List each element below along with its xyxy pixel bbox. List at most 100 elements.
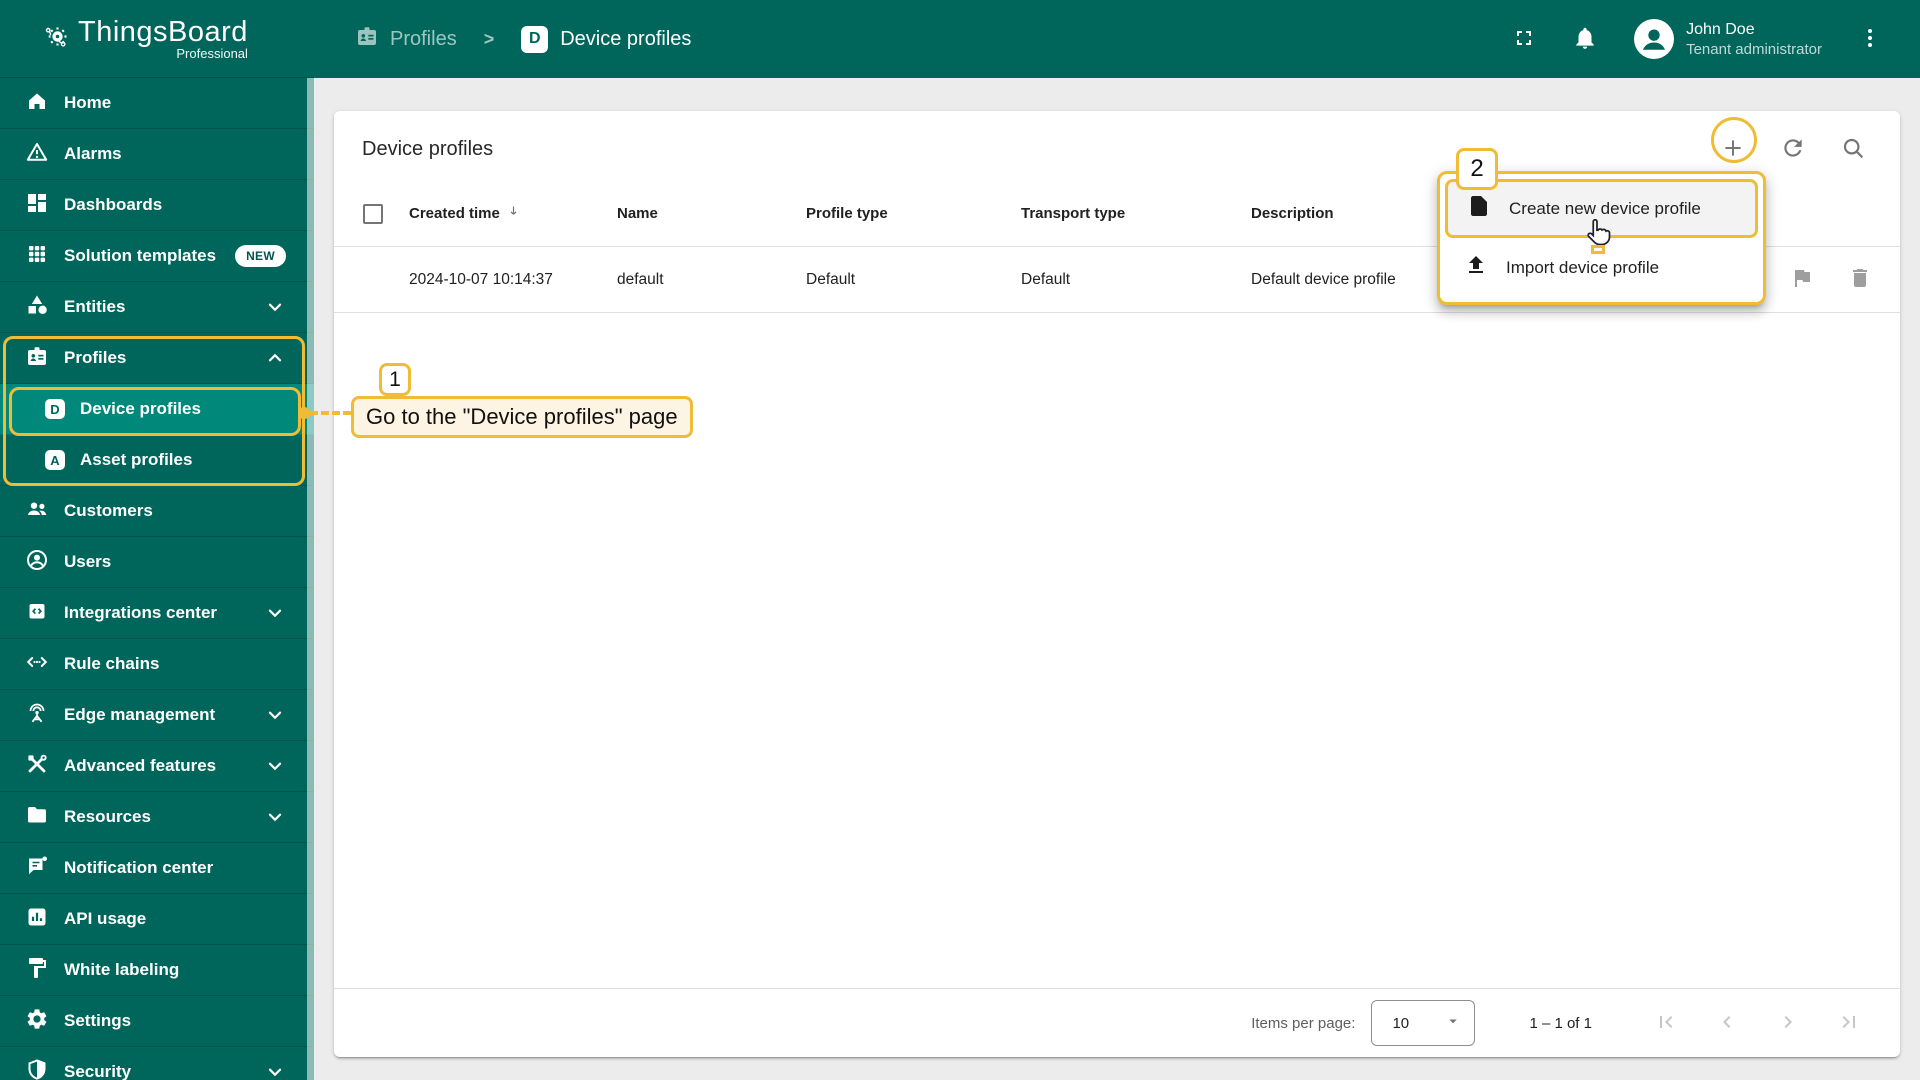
sidebar-item-security[interactable]: Security <box>0 1047 314 1080</box>
first-page-button[interactable] <box>1654 1010 1678 1037</box>
sidebar-item-label: Integrations center <box>64 603 218 622</box>
page-range-label: 1 – 1 of 1 <box>1529 1014 1592 1032</box>
sidebar-item-advanced-features[interactable]: Advanced features <box>0 741 314 792</box>
column-header-profile-type[interactable]: Profile type <box>806 205 1021 222</box>
warning-triangle-icon <box>25 140 49 169</box>
menu-item-import-device-profile[interactable]: Import device profile <box>1445 238 1758 297</box>
user-menu[interactable]: John Doe Tenant administrator <box>1634 19 1822 59</box>
dashboards-icon <box>25 191 49 220</box>
sidebar-item-resources[interactable]: Resources <box>0 792 314 843</box>
sidebar-item-asset-profiles[interactable]: A Asset profiles <box>0 435 314 486</box>
fullscreen-icon <box>1512 26 1536 53</box>
breadcrumb: Profiles > D Device profiles <box>355 24 691 54</box>
sidebar-item-entities[interactable]: Entities <box>0 282 314 333</box>
sidebar-item-edge-management[interactable]: Edge management <box>0 690 314 741</box>
breadcrumb-current-label: Device profiles <box>560 27 692 50</box>
sidebar-item-label: Users <box>64 552 112 571</box>
sidebar-item-integrations-center[interactable]: Integrations center <box>0 588 314 639</box>
breadcrumb-separator: > <box>483 28 495 49</box>
sidebar-scrollbar[interactable] <box>307 78 314 1080</box>
chevron-down-icon <box>264 296 286 318</box>
tools-icon <box>25 752 49 781</box>
menu-item-label: Create new device profile <box>1509 198 1701 218</box>
previous-page-icon <box>1715 1010 1739 1037</box>
fullscreen-button[interactable] <box>1512 26 1536 53</box>
sidebar-item-label: Customers <box>64 501 153 520</box>
last-page-icon <box>1837 1010 1861 1037</box>
user-circle-icon <box>25 548 49 577</box>
search-icon <box>1840 135 1866 164</box>
cell-transport-type: Default <box>1021 270 1071 288</box>
menu-item-create-new-device-profile[interactable]: Create new device profile <box>1445 179 1758 238</box>
sidebar-item-solution-templates[interactable]: Solution templates NEW <box>0 231 314 282</box>
sidebar-item-settings[interactable]: Settings <box>0 996 314 1047</box>
sidebar-item-device-profiles[interactable]: D Device profiles <box>0 384 314 435</box>
sidebar-item-label: Home <box>64 93 112 112</box>
sidebar-item-rule-chains[interactable]: Rule chains <box>0 639 314 690</box>
user-name: John Doe <box>1686 20 1755 38</box>
paint-roller-icon <box>25 956 49 985</box>
sidebar-item-profiles[interactable]: Profiles <box>0 333 314 384</box>
app-edition: Professional <box>176 45 248 61</box>
sidebar-item-notification-center[interactable]: Notification center <box>0 843 314 894</box>
sidebar-item-label: Device profiles <box>80 399 201 418</box>
sort-arrow-down-icon <box>505 203 522 224</box>
delete-button[interactable] <box>1848 266 1872 293</box>
sidebar-item-label: Resources <box>64 807 151 826</box>
sidebar-item-white-labeling[interactable]: White labeling <box>0 945 314 996</box>
home-icon <box>25 89 49 118</box>
sidebar-item-label: White labeling <box>64 960 180 979</box>
sidebar-nav: Home Alarms Dashboards Solution template… <box>0 78 314 1080</box>
bell-icon <box>1572 25 1598 54</box>
last-page-button[interactable] <box>1837 1010 1861 1037</box>
app-logo[interactable]: ThingsBoard Professional <box>0 0 314 78</box>
apps-grid-icon <box>25 242 49 271</box>
shield-icon <box>25 1058 49 1080</box>
next-page-icon <box>1776 1010 1800 1037</box>
sidebar-item-users[interactable]: Users <box>0 537 314 588</box>
app-name: ThingsBoard <box>78 15 248 48</box>
column-header-created-time[interactable]: Created time <box>409 203 617 224</box>
column-header-name[interactable]: Name <box>617 205 806 222</box>
search-button[interactable] <box>1840 135 1866 164</box>
sidebar-item-label: Solution templates <box>64 246 217 265</box>
kebab-menu-icon <box>1858 26 1882 53</box>
user-role: Tenant administrator <box>1686 40 1822 58</box>
cell-name: default <box>617 270 664 288</box>
plus-icon <box>1720 135 1746 164</box>
top-bar: Profiles > D Device profiles John Doe Te… <box>314 0 1920 78</box>
antenna-icon <box>25 701 49 730</box>
column-header-transport-type[interactable]: Transport type <box>1021 205 1251 222</box>
sidebar-item-dashboards[interactable]: Dashboards <box>0 180 314 231</box>
sidebar-item-label: Entities <box>64 297 126 316</box>
upload-icon <box>1464 253 1488 282</box>
sidebar-item-customers[interactable]: Customers <box>0 486 314 537</box>
customers-people-icon <box>25 497 49 526</box>
select-all-checkbox[interactable] <box>363 203 383 224</box>
next-page-button[interactable] <box>1776 1010 1800 1037</box>
menu-item-label: Import device profile <box>1506 257 1660 277</box>
notifications-button[interactable] <box>1572 25 1598 54</box>
more-options-button[interactable] <box>1858 26 1882 53</box>
sidebar-item-api-usage[interactable]: API usage <box>0 894 314 945</box>
file-icon <box>1467 194 1491 223</box>
breadcrumb-profiles-link[interactable]: Profiles <box>355 24 457 54</box>
gear-icon <box>25 1007 49 1036</box>
refresh-button[interactable] <box>1780 135 1806 164</box>
sidebar-item-label: API usage <box>64 909 147 928</box>
sidebar-item-label: Security <box>64 1062 132 1080</box>
sidebar-item-label: Asset profiles <box>80 450 193 469</box>
thingsboard-logo-icon <box>44 24 68 53</box>
sidebar-item-alarms[interactable]: Alarms <box>0 129 314 180</box>
items-per-page-select[interactable]: 10 <box>1371 1000 1476 1046</box>
sidebar-item-label: Dashboards <box>64 195 163 214</box>
device-profile-letter-icon: D <box>45 399 65 419</box>
set-default-flag-button[interactable] <box>1790 266 1814 293</box>
chevron-down-icon <box>264 602 286 624</box>
profiles-badge-icon <box>25 344 49 373</box>
device-profile-letter-icon: D <box>521 25 549 53</box>
sidebar-item-label: Rule chains <box>64 654 160 673</box>
add-device-profile-button[interactable] <box>1720 135 1746 164</box>
sidebar-item-home[interactable]: Home <box>0 78 314 129</box>
previous-page-button[interactable] <box>1715 1010 1739 1037</box>
